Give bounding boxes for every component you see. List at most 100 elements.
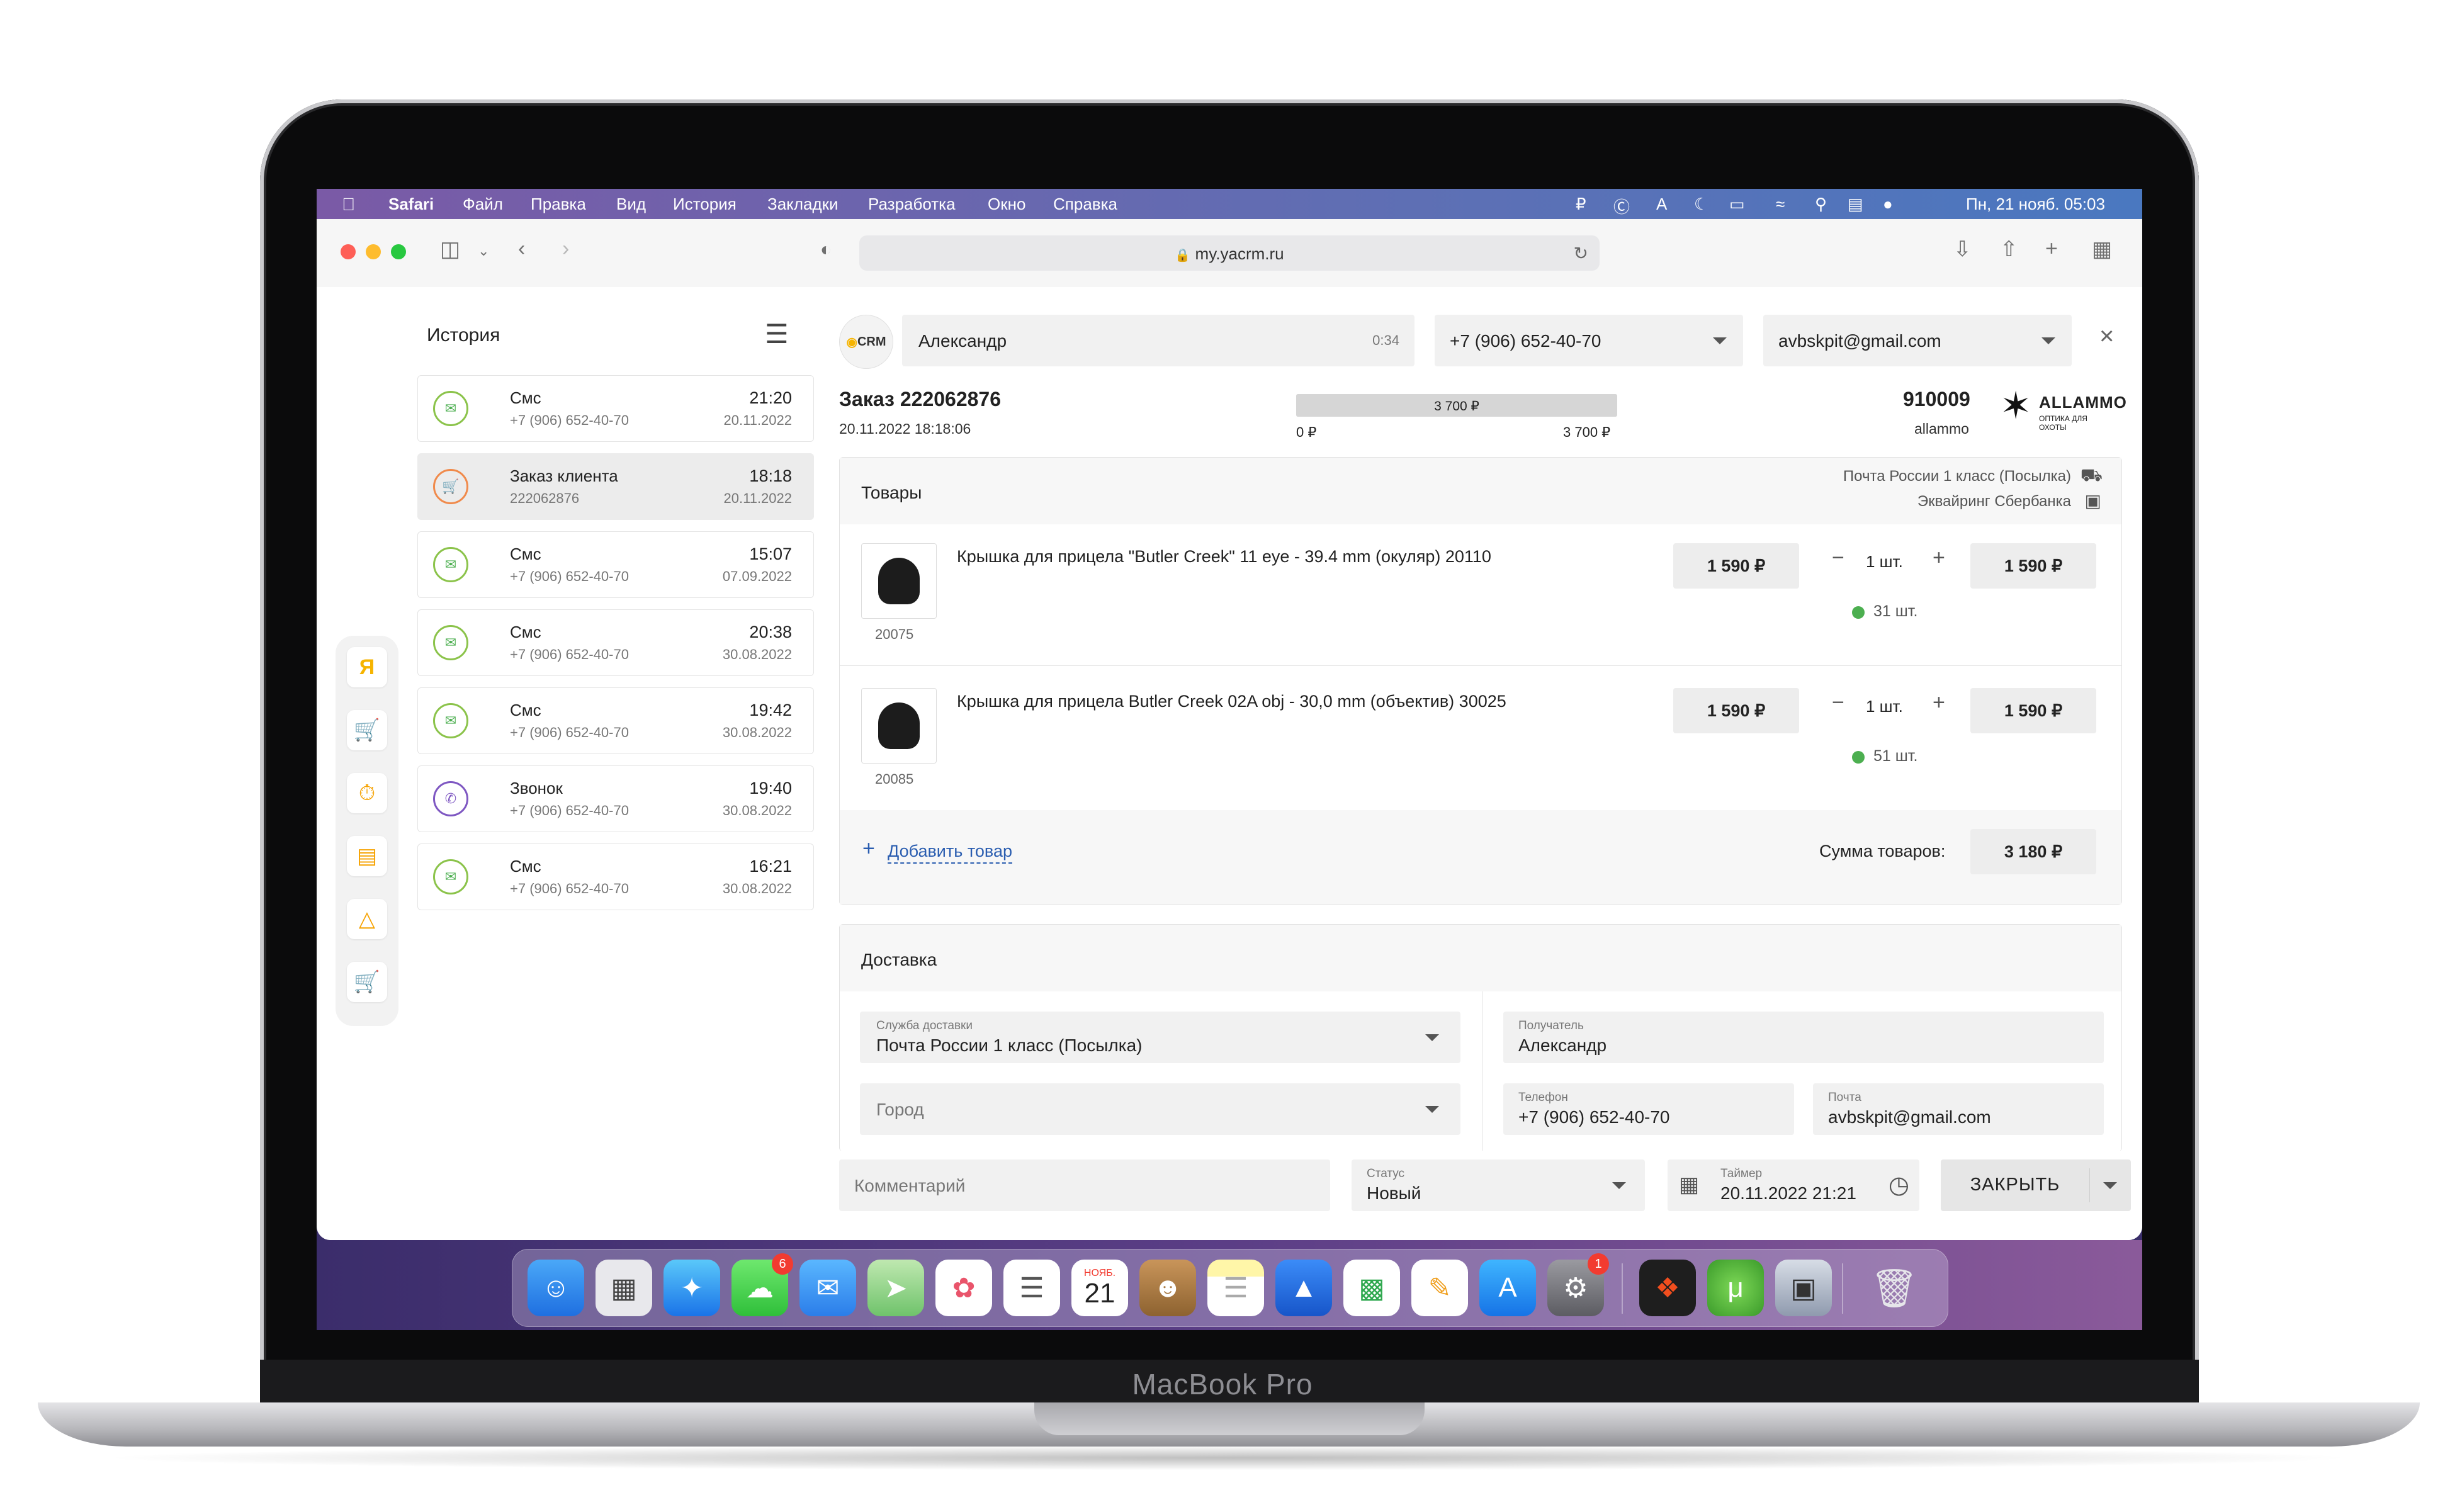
status-select[interactable]: Статус Новый (1352, 1159, 1645, 1211)
status-icon-ruble[interactable]: ₽ (1576, 195, 1586, 214)
launchpad-icon[interactable]: ▦ (596, 1260, 652, 1316)
pages-icon[interactable]: ✎ (1411, 1260, 1468, 1316)
apple-icon[interactable]:  (342, 195, 355, 215)
address-bar[interactable]: 🔒 my.yacrm.ru ↻ (859, 235, 1600, 271)
history-item[interactable]: ✉ Смс +7 (906) 652-40-70 19:42 30.08.2022 (417, 687, 814, 754)
wifi-icon[interactable]: ≈ (1776, 195, 1785, 214)
recipient-field[interactable]: Получатель Александр (1503, 1012, 2104, 1063)
new-tab-icon[interactable]: + (2045, 237, 2058, 261)
menu-window[interactable]: Окно (988, 195, 1025, 214)
yandex-icon[interactable]: Я (347, 647, 387, 687)
product-name[interactable]: Крышка для прицела Butler Creek 02A obj … (957, 692, 1506, 711)
product-image[interactable] (861, 543, 937, 619)
history-item[interactable]: ✉ Смс +7 (906) 652-40-70 15:07 07.09.2022 (417, 531, 814, 598)
menu-help[interactable]: Справка (1053, 195, 1117, 214)
filter-icon[interactable]: ☰ (765, 319, 789, 349)
menu-develop[interactable]: Разработка (868, 195, 956, 214)
product-price[interactable]: 1 590 ₽ (1673, 688, 1799, 733)
contacts-icon[interactable]: ☻ (1139, 1260, 1196, 1316)
photos-icon[interactable]: ✿ (935, 1260, 992, 1316)
calendar-app-icon[interactable]: НОЯБ. 21 (1071, 1260, 1128, 1316)
privacy-shield-icon[interactable]: ◐ (820, 239, 832, 261)
chevron-down-icon (1425, 1034, 1439, 1041)
chevron-down-icon[interactable]: ⌄ (478, 243, 489, 259)
share-icon[interactable]: ⇧ (2000, 237, 2018, 262)
sidebar-toggle-icon[interactable]: ◫ (440, 237, 460, 262)
increase-qty-button[interactable]: + (1933, 691, 1945, 715)
moon-icon[interactable]: ☾ (1694, 195, 1708, 214)
cart-orders-icon[interactable]: 🛒 (347, 962, 387, 1002)
menu-clock[interactable]: Пн, 21 нояб. 05:03 (1966, 195, 2105, 214)
history-item[interactable]: ✉ Смс +7 (906) 652-40-70 21:20 20.11.2022 (417, 375, 814, 442)
close-window-button[interactable] (341, 244, 356, 259)
menu-view[interactable]: Вид (616, 195, 646, 214)
menu-app-name[interactable]: Safari (388, 195, 434, 214)
client-name-field[interactable]: Александр 0:34 (902, 315, 1414, 366)
close-icon[interactable]: × (2099, 322, 2114, 351)
close-order-button[interactable]: ЗАКРЫТЬ (1941, 1159, 2131, 1211)
numbers-icon[interactable]: ▩ (1343, 1260, 1400, 1316)
control-center-icon[interactable]: ▤ (1848, 195, 1863, 214)
history-item[interactable]: ✉ Смс +7 (906) 652-40-70 20:38 30.08.2022 (417, 609, 814, 676)
decrease-qty-button[interactable]: − (1832, 691, 1844, 715)
product-name[interactable]: Крышка для прицела "Butler Creek" 11 eye… (957, 547, 1491, 567)
history-item[interactable]: 🛒 Заказ клиента 222062876 18:18 20.11.2022 (417, 453, 814, 520)
menu-bookmarks[interactable]: Закладки (767, 195, 839, 214)
chevron-down-icon[interactable] (2103, 1182, 2117, 1189)
recipient-email-field[interactable]: Почта avbskpit@gmail.com (1813, 1083, 2104, 1135)
add-icon[interactable]: + (862, 837, 875, 861)
delivery-service-select[interactable]: Служба доставки Почта России 1 класс (По… (860, 1012, 1460, 1063)
stopwatch-icon[interactable]: ⏱ (347, 773, 387, 813)
reload-icon[interactable]: ↻ (1574, 243, 1588, 264)
product-price[interactable]: 1 590 ₽ (1673, 543, 1799, 589)
history-item-subtitle: +7 (906) 652-40-70 (510, 412, 629, 428)
product-qty[interactable]: 1 шт. (1866, 697, 1903, 716)
minimize-window-button[interactable] (366, 244, 381, 259)
decrease-qty-button[interactable]: − (1832, 546, 1844, 570)
client-email-select[interactable]: avbskpit@gmail.com (1763, 315, 2072, 366)
downloads-icon[interactable]: ⇩ (1953, 237, 1972, 262)
city-select[interactable]: Город (860, 1083, 1460, 1135)
safari-icon[interactable]: ✦ (663, 1260, 720, 1316)
menu-history[interactable]: История (673, 195, 737, 214)
mail-icon[interactable]: ✉ (799, 1260, 856, 1316)
reminders-icon[interactable]: ☰ (1003, 1260, 1060, 1316)
wordpress-icon[interactable]: Ⓒ (1613, 195, 1630, 218)
keynote-icon[interactable]: ▲ (1275, 1260, 1332, 1316)
package-icon[interactable]: △ (347, 899, 387, 939)
lock-icon: 🔒 (1175, 249, 1191, 262)
timer-field[interactable]: ▦ Таймер 20.11.2022 21:21 ◷ (1668, 1159, 1919, 1211)
calendar-icon[interactable]: ▦ (1679, 1172, 1699, 1197)
notes-icon[interactable]: ☰ (1207, 1260, 1264, 1316)
report-icon[interactable]: ▤ (347, 836, 387, 876)
siri-icon[interactable]: ● (1883, 195, 1893, 214)
menu-edit[interactable]: Правка (531, 195, 586, 214)
product-qty[interactable]: 1 шт. (1866, 552, 1903, 572)
recipient-phone-field[interactable]: Телефон +7 (906) 652-40-70 (1503, 1083, 1794, 1135)
zoom-window-button[interactable] (391, 244, 406, 259)
search-icon[interactable]: ⚲ (1815, 195, 1827, 214)
history-item[interactable]: ✆ Звонок +7 (906) 652-40-70 19:40 30.08.2022 (417, 765, 814, 832)
app-store-icon[interactable]: A (1479, 1260, 1536, 1316)
tab-overview-icon[interactable]: ▦ (2092, 237, 2112, 262)
battery-icon[interactable]: ▭ (1729, 195, 1745, 214)
menu-file[interactable]: Файл (463, 195, 503, 214)
back-icon[interactable]: ‹ (518, 237, 525, 261)
comment-input[interactable]: Комментарий (839, 1159, 1330, 1211)
cart-icon[interactable]: 🛒 (347, 710, 387, 750)
input-source-icon[interactable]: A (1656, 195, 1667, 214)
preview-icon[interactable]: ▣ (1775, 1260, 1832, 1316)
figma-icon[interactable]: ❖ (1639, 1260, 1696, 1316)
add-product-link[interactable]: Добавить товар (888, 842, 1012, 864)
product-image[interactable] (861, 688, 937, 764)
increase-qty-button[interactable]: + (1933, 546, 1945, 570)
trash-icon[interactable]: 🗑 (1866, 1260, 1923, 1316)
chevron-down-icon (1713, 337, 1727, 344)
forward-icon[interactable]: › (562, 237, 569, 261)
maps-icon[interactable]: ➤ (867, 1260, 924, 1316)
utorrent-icon[interactable]: μ (1707, 1260, 1764, 1316)
clock-icon[interactable]: ◷ (1889, 1171, 1909, 1199)
client-phone-select[interactable]: +7 (906) 652-40-70 (1435, 315, 1743, 366)
history-item[interactable]: ✉ Смс +7 (906) 652-40-70 16:21 30.08.2022 (417, 843, 814, 910)
finder-icon[interactable]: ☺ (528, 1260, 584, 1316)
